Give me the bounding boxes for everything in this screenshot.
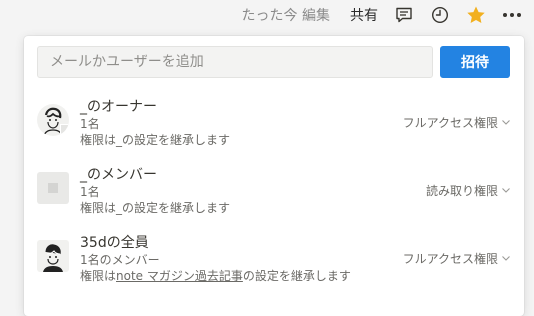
chevron-down-icon [502, 188, 510, 193]
avatar [37, 172, 69, 204]
star-icon[interactable] [466, 5, 486, 25]
permission-dropdown[interactable]: 読み取り権限 [426, 182, 510, 199]
avatar [37, 240, 69, 272]
top-bar: たった今 編集 共有 [0, 0, 534, 30]
member-row[interactable]: _のオーナー 1名 権限は_の設定を継承します フルアクセス権限 [37, 96, 510, 150]
avatar-badge [60, 124, 69, 134]
member-row[interactable]: _のメンバー 1名 権限は_の設定を継承します 読み取り権限 [37, 164, 510, 218]
comment-icon[interactable] [394, 5, 414, 25]
avatar [37, 104, 69, 136]
more-icon[interactable] [502, 5, 522, 25]
clock-icon[interactable] [430, 5, 450, 25]
share-button[interactable]: 共有 [350, 5, 378, 25]
invite-row: 招待 [37, 46, 510, 78]
invite-input[interactable] [37, 46, 433, 78]
permission-label: 読み取り権限 [425, 184, 498, 198]
inherit-source-link[interactable]: note マガジン過去記事 [116, 269, 243, 283]
permission-label: フルアクセス権限 [402, 116, 498, 130]
person-sketch-icon [43, 244, 63, 272]
inherit-description: 権限はnote マガジン過去記事の設定を継承します [80, 269, 351, 283]
permission-label: フルアクセス権限 [402, 252, 498, 266]
placeholder-square-icon [48, 183, 58, 193]
last-edited-label: たった今 編集 [241, 8, 330, 24]
inherit-description: 権限は_の設定を継承します [80, 133, 231, 147]
member-row[interactable]: 35dの全員 1名のメンバー 権限はnote マガジン過去記事の設定を継承します… [37, 232, 510, 286]
permission-dropdown[interactable]: フルアクセス権限 [403, 250, 510, 267]
chevron-down-icon [502, 120, 510, 125]
invite-button[interactable]: 招待 [440, 46, 510, 78]
permission-dropdown[interactable]: フルアクセス権限 [403, 114, 510, 131]
chevron-down-icon [502, 256, 510, 261]
inherit-description: 権限は_の設定を継承します [80, 201, 231, 215]
share-panel: 招待 _のオーナー 1名 権限は_の設定を継承します フルアクセス権限 [24, 36, 524, 316]
